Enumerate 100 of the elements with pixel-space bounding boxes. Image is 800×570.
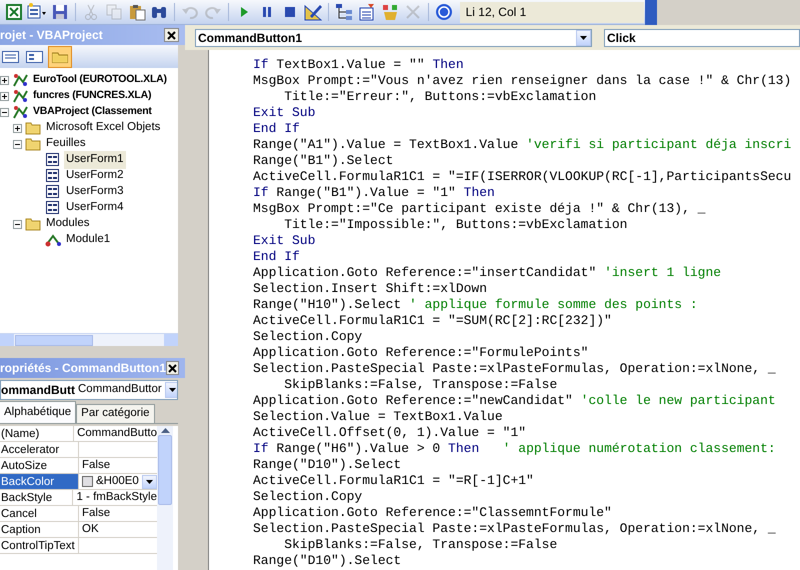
userform-icon <box>45 200 61 216</box>
property-name[interactable]: AutoSize <box>0 458 79 473</box>
code-line: If TextBox1.Value = "" Then <box>253 57 465 73</box>
code-line: Range("D10").Select <box>253 457 402 473</box>
code-line: End If <box>253 249 301 265</box>
object-dropdown[interactable]: ommandButt CommandButtor <box>0 380 178 400</box>
code-line: MsgBox Prompt:="Ce participant existe déja !" & Chr(13), _ <box>253 201 706 217</box>
view-object-icon[interactable] <box>26 50 44 64</box>
caret-icon[interactable] <box>168 388 176 392</box>
properties-icon[interactable] <box>358 3 376 21</box>
code-line: If Range("B1").Value = "1" Then <box>253 185 496 201</box>
userform-icon <box>45 184 61 200</box>
project-icon <box>12 104 28 120</box>
object-dropdown[interactable]: CommandButton1 <box>195 28 592 46</box>
property-name[interactable]: Caption <box>0 522 79 537</box>
tree-item[interactable]: UserForm2 <box>64 167 126 185</box>
code-line: Selection.PasteSpecial Paste:=xlPasteFormulas, Operation:=xlNone, _ <box>253 521 777 537</box>
code-line: ActiveCell.FormulaR1C1 = "=SUM(RC[2]:RC[232])" <box>253 313 613 329</box>
code-line: Exit Sub <box>253 233 316 249</box>
property-value[interactable]: &H00E0 <box>96 472 139 490</box>
code-line: Selection.PasteSpecial Paste:=xlPasteFormulas, Operation:=xlNone, _ <box>253 361 777 377</box>
ruler-pencil-icon[interactable] <box>304 3 322 21</box>
expander-box[interactable] <box>0 76 9 84</box>
property-value[interactable]: CommandButto <box>77 424 157 442</box>
close-button[interactable] <box>164 28 179 42</box>
toggle-folders-button[interactable] <box>48 46 72 68</box>
code-line: Range("A1").Value = TextBox1.Value 'verifi si participant déja inscri <box>253 137 792 153</box>
userform-icon <box>45 152 61 168</box>
folder-icon[interactable] <box>52 50 68 62</box>
userform-icon[interactable] <box>26 3 47 21</box>
view-code-icon[interactable] <box>2 50 20 64</box>
tree-item[interactable]: Module1 <box>64 231 112 249</box>
code-line: Application.Goto Reference:="insertCandidat" 'insert 1 ligne <box>253 265 722 281</box>
property-name[interactable]: (Name) <box>0 426 74 441</box>
object-browser-icon[interactable] <box>380 3 399 21</box>
help-icon[interactable] <box>434 3 453 21</box>
tree-item[interactable]: UserForm3 <box>64 183 126 201</box>
panel-title: ropriétés - CommandButton1 <box>0 360 166 377</box>
code-line: SkipBlanks:=False, Transpose:=False <box>283 537 558 553</box>
expander-box[interactable] <box>13 124 22 132</box>
tree-item[interactable]: UserForm1 <box>64 151 126 169</box>
vertical-scrollbar[interactable] <box>157 426 173 570</box>
code-line: Range("H10").Select ' applique formule somme des points : <box>253 297 699 313</box>
project-icon <box>12 88 28 104</box>
property-name[interactable]: BackStyle <box>0 490 74 505</box>
expander-box[interactable] <box>13 220 22 228</box>
code-line: Title:="Erreur:", Buttons:=vbExclamation <box>283 89 598 105</box>
property-name[interactable]: BackColor <box>0 474 79 489</box>
tree-item[interactable]: EuroTool (EUROTOOL.XLA) <box>31 72 169 88</box>
code-line: Exit Sub <box>253 105 316 121</box>
code-line: Application.Goto Reference:="newCandidat" 'colle le new participant <box>253 393 777 409</box>
code-line: MsgBox Prompt:="Vous n'avez rien renseigner dans la case !" & Chr(13) <box>253 73 792 89</box>
code-line: Title:="Impossible:", Buttons:=vbExclamation <box>283 217 628 233</box>
object-name: ommandButt <box>1 382 75 399</box>
paste-icon[interactable] <box>128 3 146 21</box>
code-line: End If <box>253 121 301 137</box>
expander-box[interactable] <box>0 108 9 116</box>
caret-icon[interactable] <box>580 36 587 40</box>
tree-item[interactable]: Microsoft Excel Objets <box>44 119 162 137</box>
color-swatch <box>82 476 93 487</box>
code-line: Range("B1").Select <box>253 153 394 169</box>
code-line: ActiveCell.FormulaR1C1 = "=IF(ISERROR(VLOOKUP(RC[-1],ParticipantsSecu <box>253 169 792 185</box>
code-line: Range("D10").Select <box>253 553 402 569</box>
tree-item[interactable]: VBAProject (Classement <box>31 104 154 120</box>
property-value[interactable]: False <box>82 504 110 522</box>
code-line: SkipBlanks:=False, Transpose:=False <box>283 377 558 393</box>
scroll-up-icon[interactable] <box>160 427 170 433</box>
property-name[interactable]: ControlTipText <box>0 538 79 553</box>
property-value[interactable]: False <box>82 456 110 474</box>
userform-icon <box>45 168 61 184</box>
folder-icon <box>25 136 41 152</box>
save-icon[interactable] <box>50 3 69 21</box>
code-line: Selection.Copy <box>253 489 364 505</box>
folder-icon <box>25 120 41 136</box>
property-value[interactable]: 1 - fmBackStyle <box>76 488 157 506</box>
code-line: Selection.Insert Shift:=xlDown <box>253 281 488 297</box>
close-button[interactable] <box>166 361 179 375</box>
expander-box[interactable] <box>0 92 9 100</box>
tree-item[interactable]: Modules <box>44 215 92 233</box>
tree-item[interactable]: funcres (FUNCRES.XLA) <box>31 88 154 104</box>
project-tree-icon[interactable] <box>334 3 353 21</box>
spreadsheet-icon[interactable] <box>4 3 23 21</box>
code-line: Application.Goto Reference:="FormulePoints" <box>253 345 590 361</box>
tree-item[interactable]: Feuilles <box>44 135 88 153</box>
code-line: Selection.Value = TextBox1.Value <box>253 409 504 425</box>
caret-icon[interactable] <box>146 480 153 484</box>
property-name[interactable]: Cancel <box>0 506 79 521</box>
panel-title: rojet - VBAProject <box>0 27 103 44</box>
expander-box[interactable] <box>13 140 22 148</box>
tree-item[interactable]: UserForm4 <box>64 199 126 217</box>
folder-icon <box>25 216 41 232</box>
property-value[interactable]: OK <box>82 520 99 538</box>
code-line: ActiveCell.FormulaR1C1 = "=R[-1]C+1" <box>253 473 535 489</box>
object-type: CommandButtor <box>78 382 162 398</box>
module-icon <box>45 232 61 248</box>
horizontal-scrollbar[interactable] <box>0 333 178 346</box>
property-name[interactable]: Accelerator <box>0 442 79 457</box>
procedure-dropdown[interactable]: Click <box>604 28 800 46</box>
tab[interactable]: Par catégorie <box>76 404 155 423</box>
tab[interactable]: Alphabétique <box>0 401 76 423</box>
